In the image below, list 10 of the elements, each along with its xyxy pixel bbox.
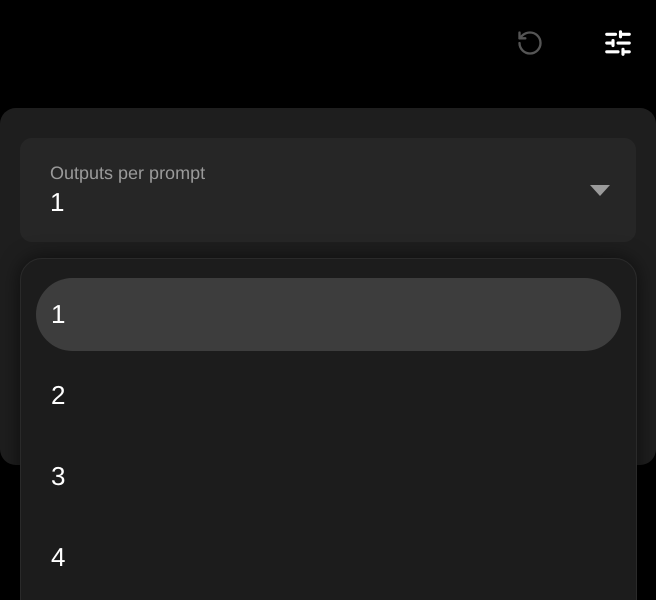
option-item[interactable]: 2 (36, 359, 621, 432)
select-value: 1 (50, 186, 66, 219)
option-item[interactable]: 1 (36, 278, 621, 351)
option-item[interactable]: 3 (36, 440, 621, 513)
refresh-icon (516, 29, 544, 57)
select-label: Outputs per prompt (50, 162, 206, 185)
caret-icon (590, 184, 610, 196)
option-item[interactable]: 4 (36, 521, 621, 594)
outputs-select[interactable]: Outputs per prompt 1 (20, 138, 636, 242)
settings-icon (603, 28, 633, 58)
